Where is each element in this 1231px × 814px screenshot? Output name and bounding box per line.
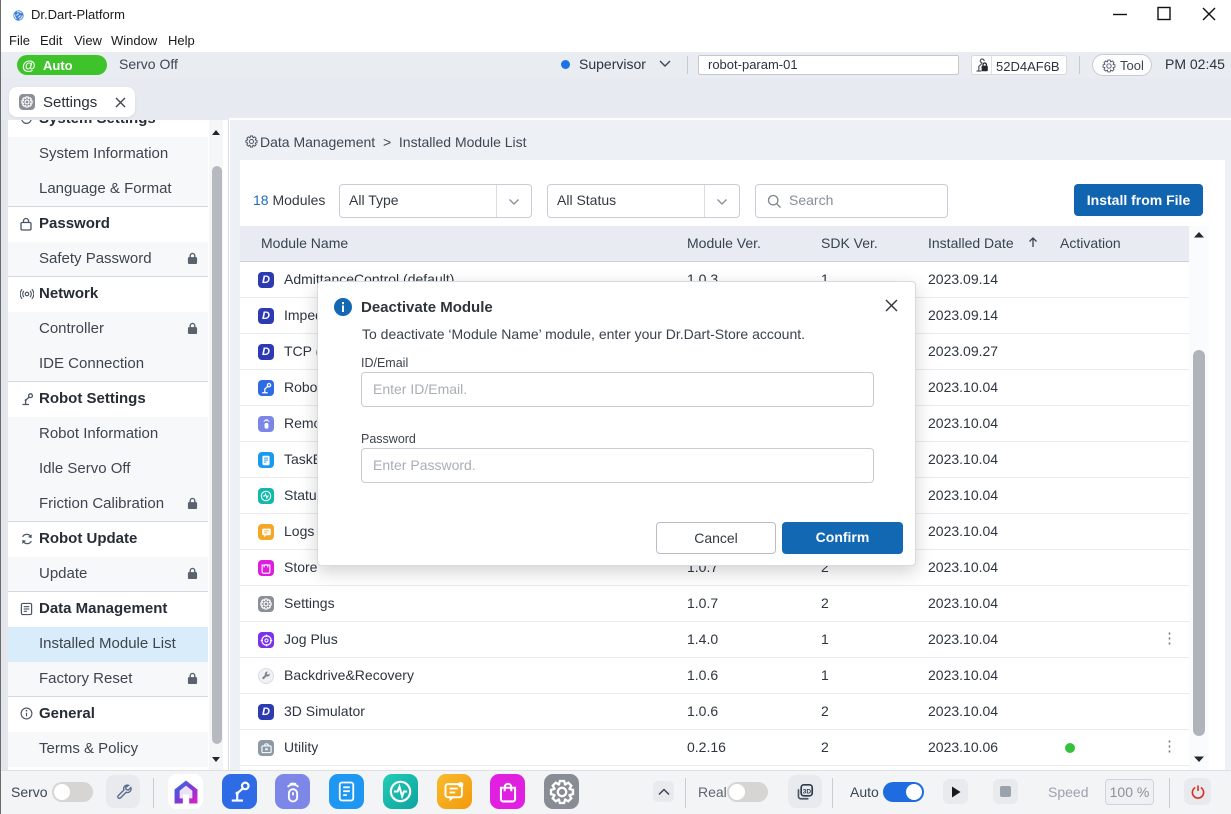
svg-text:3D: 3D xyxy=(803,788,812,795)
